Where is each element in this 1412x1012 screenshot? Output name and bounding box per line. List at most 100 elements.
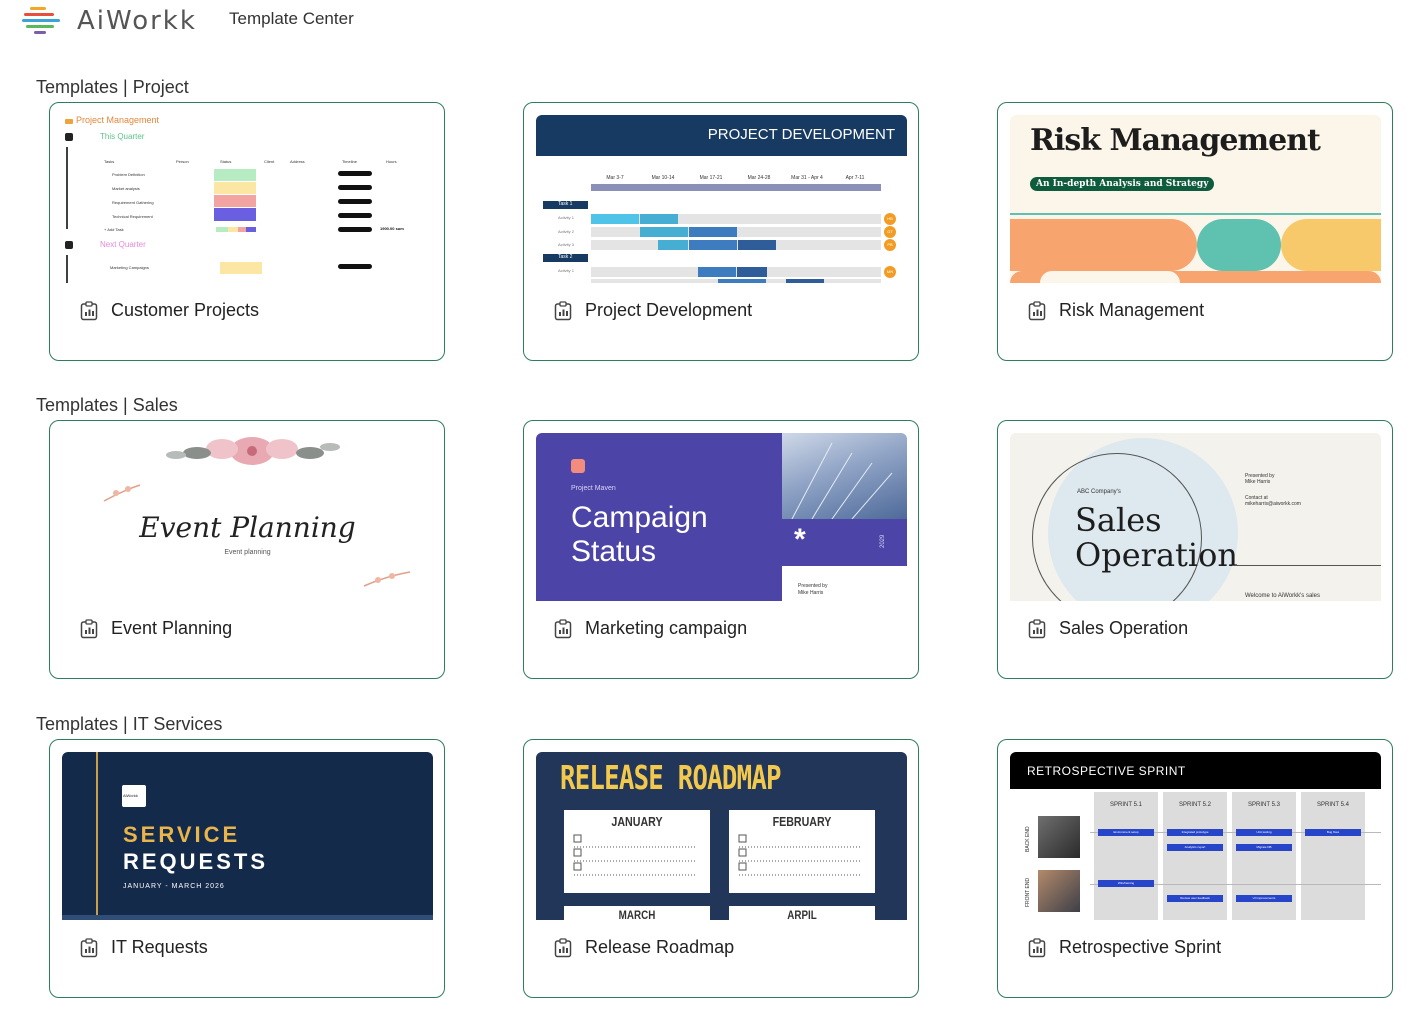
table-row: Requirement Gathering [112,200,154,205]
person-photo [1038,816,1080,858]
template-icon [1028,618,1046,638]
template-card-project-development[interactable]: PROJECT DEVELOPMENT Task 1 Activity 1 Ac… [523,102,919,361]
add-task: + Add Task [104,227,124,232]
thumb-title-line1: Sales [1075,501,1162,539]
sprint-column [1301,792,1365,920]
template-thumbnail: RETROSPECTIVE SPRINT SPRINT 5.1 SPRINT 5… [1010,752,1381,920]
gantt-bar [738,240,776,250]
section-title-sales: Templates | Sales [36,395,178,415]
sprint-task: Bug fixes [1305,829,1361,836]
card-title: Event Planning [111,618,233,638]
activity-label: Activity 3 [558,242,575,247]
group-label: This Quarter [100,132,145,141]
template-thumbnail: ABC Company's Sales Operation Presented … [1010,433,1381,601]
card-label-row: Event Planning [80,618,232,639]
month-label: FEBRUARY [772,814,832,829]
floral-decoration-icon [166,437,340,465]
group-label: Next Quarter [100,240,146,249]
aiworkk-logo-icon[interactable] [22,6,62,36]
sprint-task: Review user feedback [1167,895,1223,902]
template-card-risk-management[interactable]: Risk Management An In-depth Analysis and… [997,102,1393,361]
thumb-subtitle: Event planning [224,549,271,556]
sprig-icon [103,484,141,502]
thumb-heading: Project Management [76,115,160,125]
table-row: Marketing Campaigns [110,265,149,270]
day-row [591,184,881,191]
page-title: Template Center [229,9,354,28]
lane-label: FRONT END [1025,877,1031,907]
thumb-title: RETROSPECTIVE SPRINT [1027,764,1186,778]
thumb-title-line1: SERVICE [123,822,241,847]
sprint-column [1094,792,1158,920]
week-label: Mar 31 - Apr 4 [791,175,823,181]
week-label: Mar 3-7 [606,175,624,181]
card-title: Risk Management [1059,300,1205,320]
gantt-bar [591,214,639,224]
template-card-release-roadmap[interactable]: RELEASE ROADMAP JANUARY FEBRUARY MARCH A… [523,739,919,998]
thumb-title: Event Planning [139,511,356,544]
week-label: Apr 7-11 [845,175,865,181]
card-title: IT Requests [111,937,208,957]
gantt-row [591,267,881,277]
hours-total: 1900.00 sum [380,226,404,231]
brand-name[interactable]: AiWorkk [77,6,197,36]
activity-label: Activity 1 [558,268,575,273]
card-title: Retrospective Sprint [1059,937,1222,957]
template-card-marketing-campaign[interactable]: Project Maven Campaign Status * 2029 Pre… [523,420,919,679]
checkbox-icon [65,241,73,249]
person-photo [1038,870,1080,912]
template-card-sales-operation[interactable]: ABC Company's Sales Operation Presented … [997,420,1393,679]
sprint-label: SPRINT 5.2 [1179,802,1211,808]
gantt-bar [689,240,737,250]
welcome-text: Welcome to AiWorkk's sales [1245,593,1320,599]
folder-icon [65,119,73,124]
template-card-customer-projects[interactable]: Project Management This Quarter Tasks Pe… [49,102,445,361]
task-label: Task 1 [558,201,573,207]
template-card-it-requests[interactable]: AiWorkk SERVICE REQUESTS JANUARY - MARCH… [49,739,445,998]
template-thumbnail: Event Planning Event planning [62,433,433,601]
card-label-row: Project Development [554,300,752,321]
thumb-title: RELEASE ROADMAP [560,758,782,797]
company-name: ABC Company's [1077,489,1121,495]
presenter-name: Mike Harris [1245,479,1271,485]
banner-title: PROJECT DEVELOPMENT [707,126,895,143]
table-row: Problem Definition [112,172,145,177]
status-cell [214,208,256,221]
timeline-pill [338,171,372,176]
gantt-bar [640,227,688,237]
divider [1010,213,1381,215]
status-cell [214,169,256,181]
template-thumbnail: Project Maven Campaign Status * 2029 Pre… [536,433,907,601]
sprint-task: Environment setup [1098,829,1154,836]
assignee-badge: HB [884,213,896,225]
sprint-label: SPRINT 5.3 [1248,802,1280,808]
thumb-dates: JANUARY - MARCH 2026 [123,883,225,890]
template-icon [80,300,98,320]
gantt-bar [698,267,736,277]
card-label-row: Sales Operation [1028,618,1188,639]
gantt-bar [689,227,737,237]
gantt-bar [640,214,678,224]
gantt-bar [786,279,824,283]
section-title-project: Templates | Project [36,77,189,97]
month-label: ARPIL [787,908,817,920]
thumb-title-line2: Operation [1075,536,1238,574]
thumb-title-line1: Campaign [571,501,708,534]
template-card-retrospective-sprint[interactable]: RETROSPECTIVE SPRINT SPRINT 5.1 SPRINT 5… [997,739,1393,998]
col-timeline: Timeline [342,159,357,164]
card-label-row: Customer Projects [80,300,259,321]
col-person: Person [176,159,189,164]
assignee-badge: MN [884,266,896,278]
card-label-row: Retrospective Sprint [1028,937,1221,958]
task-label: Task 2 [558,254,573,260]
template-thumbnail: Project Management This Quarter Tasks Pe… [62,115,433,283]
template-card-event-planning[interactable]: Event Planning Event planning Event Plan… [49,420,445,679]
status-summary-bar [216,227,256,232]
gantt-bar [718,279,766,283]
presented-by: Presented by [798,583,828,589]
template-icon [1028,937,1046,957]
card-label-row: Marketing campaign [554,618,747,639]
thumb-kicker: Project Maven [571,485,616,492]
logo-text: AiWorkk [123,793,138,798]
month-label: MARCH [618,908,656,920]
